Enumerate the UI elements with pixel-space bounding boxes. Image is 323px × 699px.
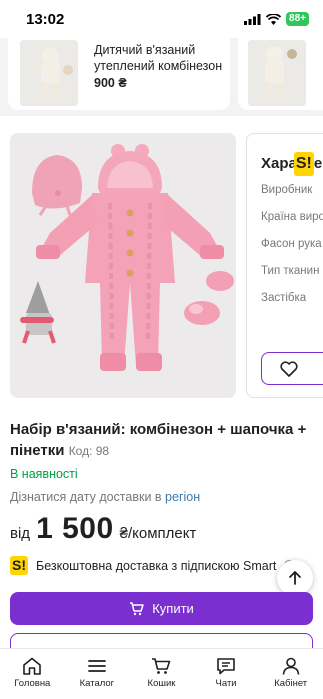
availability-status: В наявності bbox=[10, 467, 78, 481]
menu-icon bbox=[87, 660, 106, 672]
cart-icon bbox=[130, 601, 144, 615]
status-time: 13:02 bbox=[26, 11, 65, 28]
region-link[interactable]: регіон bbox=[165, 490, 200, 504]
arrow-up-icon bbox=[289, 571, 301, 585]
heart-icon bbox=[280, 360, 298, 377]
user-icon bbox=[282, 657, 299, 675]
chat-icon bbox=[217, 658, 235, 675]
buy-button-label: Купити bbox=[152, 601, 194, 616]
spec-label: Фасон рука bbox=[261, 238, 322, 250]
characteristics-title-tail: ер bbox=[313, 154, 323, 172]
smart-logo: S! bbox=[293, 152, 314, 176]
spec-label: Тип тканин bbox=[261, 265, 320, 277]
nav-label: Кошик bbox=[147, 678, 176, 689]
price-block: від 1 500 ₴/комплект bbox=[10, 512, 196, 552]
characteristics-title-text: Хара bbox=[261, 154, 297, 172]
delivery-text: Дізнатися дату доставки в bbox=[10, 490, 162, 504]
nav-item-chats[interactable]: Чати bbox=[194, 649, 259, 699]
recommended-title: Дитячий в'язаний утеплений комбінезон bbox=[94, 43, 223, 73]
recommended-thumbnail bbox=[20, 40, 78, 106]
smart-delivery-line[interactable]: S! Безкоштовна доставка з підпискою Smar… bbox=[10, 556, 296, 575]
nav-item-home[interactable]: Головна bbox=[0, 649, 65, 699]
price-unit: ₴/комплект bbox=[119, 525, 197, 542]
characteristics-card[interactable]: ХараS!ер Виробник Країна виро Фасон рука… bbox=[246, 133, 323, 398]
recommended-card[interactable]: Дитячий в'язаний утеплений комбінезон 90… bbox=[8, 38, 230, 110]
recommended-price: 900 ₴ bbox=[94, 76, 127, 90]
nav-item-account[interactable]: Кабінет bbox=[258, 649, 323, 699]
buy-button[interactable]: Купити bbox=[10, 592, 313, 625]
price-from: від bbox=[10, 525, 31, 542]
home-icon bbox=[23, 657, 42, 675]
product-title: Набір в'язаний: комбінезон + шапочка + п… bbox=[10, 419, 316, 462]
nav-label: Чати bbox=[215, 678, 237, 689]
nav-item-cart[interactable]: Кошик bbox=[129, 649, 194, 699]
nav-label: Кабінет bbox=[274, 678, 308, 689]
price-amount: 1 500 bbox=[36, 512, 114, 545]
cart-icon bbox=[152, 658, 171, 674]
signal-icon bbox=[244, 13, 261, 25]
spec-label: Виробник bbox=[261, 184, 313, 196]
smart-logo: S! bbox=[10, 556, 28, 575]
wifi-icon bbox=[266, 13, 282, 25]
product-code: Код: 98 bbox=[68, 444, 110, 458]
recommended-strip: Дитячий в'язаний утеплений комбінезон 90… bbox=[0, 38, 323, 116]
nav-label: Каталог bbox=[79, 678, 115, 689]
characteristics-title: ХараS!ер bbox=[261, 152, 323, 176]
recommended-thumbnail bbox=[248, 40, 306, 106]
nav-label: Головна bbox=[14, 678, 51, 689]
status-bar: 13:02 88+ bbox=[0, 0, 323, 38]
delivery-info: Дізнатися дату доставки в регіон bbox=[10, 490, 200, 504]
product-photo[interactable] bbox=[10, 133, 236, 398]
bottom-navigation: Головна Каталог Кошик Чати Кабінет bbox=[0, 648, 323, 699]
spec-label: Країна виро bbox=[261, 211, 323, 223]
wishlist-button[interactable] bbox=[261, 352, 323, 385]
nav-item-catalog[interactable]: Каталог bbox=[65, 649, 130, 699]
spec-label: Застібка bbox=[261, 292, 307, 304]
status-icons: 88+ bbox=[244, 12, 309, 26]
product-title-text: Набір в'язаний: комбінезон + шапочка + п… bbox=[10, 421, 307, 459]
recommended-card[interactable] bbox=[238, 38, 323, 110]
scroll-to-top-button[interactable] bbox=[277, 560, 313, 596]
smart-delivery-text: Безкоштовна доставка з підпискою Smart bbox=[36, 558, 277, 573]
battery-indicator: 88+ bbox=[286, 12, 309, 26]
